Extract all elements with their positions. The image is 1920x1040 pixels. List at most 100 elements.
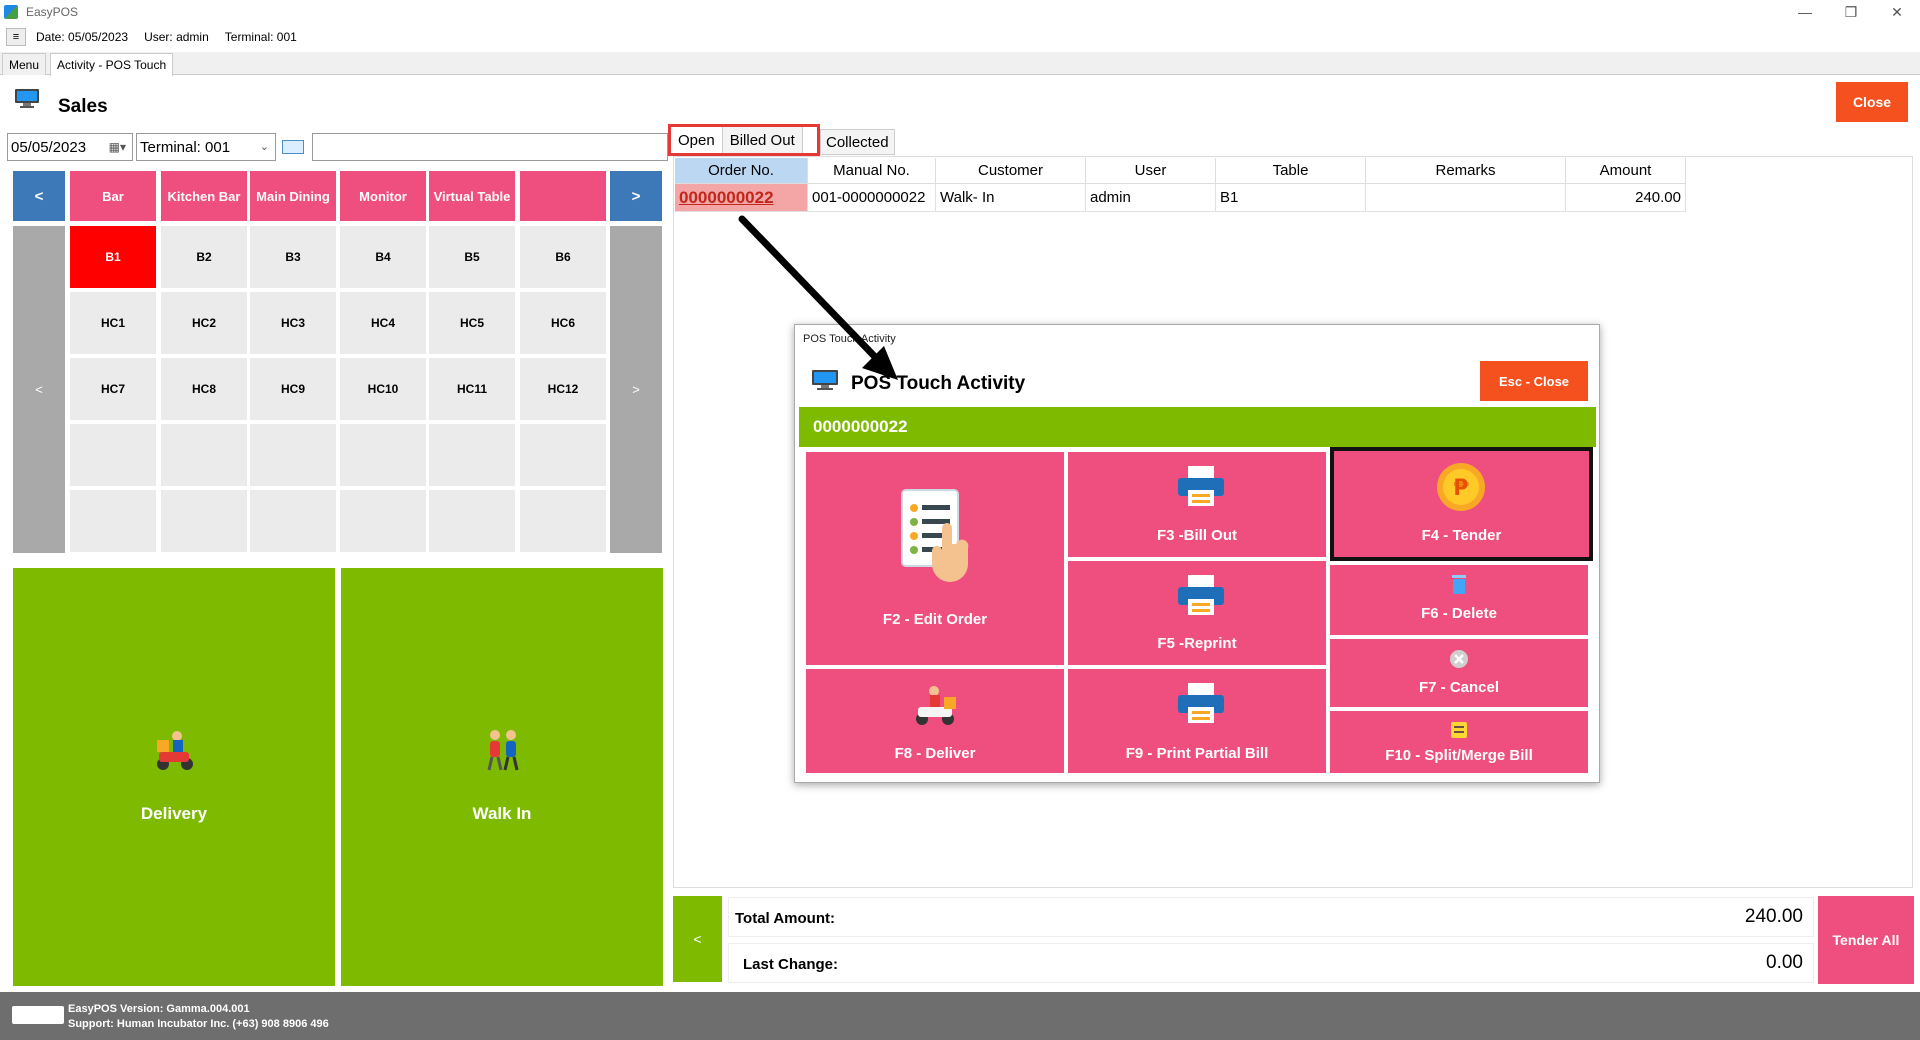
column-header-remarks[interactable]: Remarks bbox=[1366, 158, 1566, 184]
summary-back-button[interactable]: < bbox=[673, 896, 722, 982]
tender-button[interactable]: ₱ F4 - Tender bbox=[1330, 447, 1593, 561]
close-button[interactable]: Close bbox=[1836, 82, 1908, 122]
walk-in-button[interactable]: Walk In bbox=[341, 568, 663, 986]
table-button-b5[interactable]: B5 bbox=[429, 226, 515, 288]
category-next-button[interactable]: > bbox=[610, 171, 662, 221]
table-button-hc7[interactable]: HC7 bbox=[70, 358, 156, 420]
column-header-table[interactable]: Table bbox=[1216, 158, 1366, 184]
category-prev-button[interactable]: < bbox=[13, 171, 65, 221]
terminal-value: Terminal: 001 bbox=[140, 138, 231, 156]
table-button-hc12[interactable]: HC12 bbox=[520, 358, 606, 420]
table-button-b2[interactable]: B2 bbox=[161, 226, 247, 288]
table-button-b3[interactable]: B3 bbox=[250, 226, 336, 288]
table-slot-empty bbox=[340, 490, 426, 552]
cancel-button[interactable]: F7 - Cancel bbox=[1330, 639, 1588, 707]
tab-strip: Menu Activity - POS Touch bbox=[0, 52, 1920, 76]
search-input[interactable] bbox=[312, 133, 668, 161]
dialog-close-button[interactable]: Esc - Close bbox=[1480, 361, 1588, 401]
terminal-select[interactable]: Terminal: 001 ⌄ bbox=[136, 133, 276, 161]
table-button-hc8[interactable]: HC8 bbox=[161, 358, 247, 420]
table-slot-empty bbox=[70, 490, 156, 552]
tab-menu[interactable]: Menu bbox=[2, 53, 47, 75]
table-button-b4[interactable]: B4 bbox=[340, 226, 426, 288]
column-header-user[interactable]: User bbox=[1086, 158, 1216, 184]
category-bar[interactable]: Bar bbox=[70, 171, 156, 221]
walk-in-label: Walk In bbox=[472, 804, 532, 823]
order-no-link[interactable]: 0000000022 bbox=[675, 184, 808, 212]
last-change-row: Last Change: 0.00 bbox=[728, 943, 1814, 983]
table-button-hc1[interactable]: HC1 bbox=[70, 292, 156, 354]
date-value: 05/05/2023 bbox=[11, 138, 87, 156]
support-text: Support: Human Incubator Inc. (+63) 908 … bbox=[68, 1018, 329, 1030]
bill-out-label: F3 -Bill Out bbox=[1157, 527, 1237, 544]
tables-prev-button[interactable]: < bbox=[13, 226, 65, 553]
deliver-label: F8 - Deliver bbox=[894, 745, 976, 762]
svg-text:₱: ₱ bbox=[1453, 476, 1469, 501]
dialog-window-title: POS Touch Activity bbox=[803, 333, 896, 345]
column-header-customer[interactable]: Customer bbox=[936, 158, 1086, 184]
table-button-b1[interactable]: B1 bbox=[70, 226, 156, 288]
tab-collected[interactable]: Collected bbox=[820, 129, 895, 155]
printer-icon bbox=[1178, 466, 1224, 506]
last-change-value: 0.00 bbox=[1766, 952, 1803, 973]
cancel-label: F7 - Cancel bbox=[1418, 679, 1500, 696]
print-partial-bill-button[interactable]: F9 - Print Partial Bill bbox=[1068, 669, 1326, 773]
tender-all-button[interactable]: Tender All bbox=[1818, 896, 1914, 984]
app-logo-icon bbox=[4, 5, 18, 19]
tab-billed-out[interactable]: Billed Out bbox=[722, 127, 803, 153]
category-empty[interactable] bbox=[520, 171, 606, 221]
tab-activity-pos-touch[interactable]: Activity - POS Touch bbox=[50, 53, 174, 76]
category-kitchen-bar[interactable]: Kitchen Bar bbox=[161, 171, 247, 221]
table-button-hc6[interactable]: HC6 bbox=[520, 292, 606, 354]
edit-order-icon bbox=[901, 489, 969, 582]
remarks-cell[interactable] bbox=[1366, 184, 1566, 212]
restore-icon[interactable]: ❐ bbox=[1828, 0, 1874, 24]
column-header-manual-no[interactable]: Manual No. bbox=[808, 158, 936, 184]
user-cell[interactable]: admin bbox=[1086, 184, 1216, 212]
table-button-hc5[interactable]: HC5 bbox=[429, 292, 515, 354]
bill-out-button[interactable]: F3 -Bill Out bbox=[1068, 452, 1326, 557]
table-button-hc3[interactable]: HC3 bbox=[250, 292, 336, 354]
column-header-order-no[interactable]: Order No. bbox=[675, 158, 808, 184]
date-picker[interactable]: 05/05/2023 ▦▾ bbox=[7, 133, 133, 161]
delete-label: F6 - Delete bbox=[1421, 605, 1497, 622]
table-slot-empty bbox=[429, 424, 515, 486]
monitor-icon bbox=[15, 89, 39, 108]
table-button-hc10[interactable]: HC10 bbox=[340, 358, 426, 420]
delivery-scooter-icon bbox=[916, 686, 956, 725]
reprint-button[interactable]: F5 -Reprint bbox=[1068, 561, 1326, 665]
category-monitor[interactable]: Monitor bbox=[340, 171, 426, 221]
calendar-dropdown-icon[interactable]: ▦▾ bbox=[109, 140, 126, 154]
total-amount-label: Total Amount: bbox=[735, 910, 835, 927]
peso-coin-icon: ₱ bbox=[1437, 463, 1485, 511]
printer-icon bbox=[1178, 575, 1224, 615]
delivery-button[interactable]: Delivery bbox=[13, 568, 335, 986]
delete-button[interactable]: F6 - Delete bbox=[1330, 565, 1588, 635]
total-amount-value: 240.00 bbox=[1744, 906, 1803, 927]
column-header-amount[interactable]: Amount bbox=[1566, 158, 1686, 184]
table-button-hc4[interactable]: HC4 bbox=[340, 292, 426, 354]
customer-cell[interactable]: Walk- In bbox=[936, 184, 1086, 212]
category-main-dining[interactable]: Main Dining bbox=[250, 171, 336, 221]
tab-open[interactable]: Open bbox=[671, 127, 723, 153]
minimize-icon[interactable]: — bbox=[1782, 0, 1828, 24]
keyboard-icon[interactable] bbox=[282, 140, 304, 154]
menu-icon[interactable]: ≡ bbox=[6, 28, 26, 46]
table-button-hc9[interactable]: HC9 bbox=[250, 358, 336, 420]
category-virtual-table[interactable]: Virtual Table bbox=[429, 171, 515, 221]
monitor-icon bbox=[812, 370, 838, 390]
deliver-button[interactable]: F8 - Deliver bbox=[806, 669, 1064, 773]
amount-cell[interactable]: 240.00 bbox=[1566, 184, 1686, 212]
split-merge-bill-button[interactable]: F10 - Split/Merge Bill bbox=[1330, 711, 1588, 773]
table-button-b6[interactable]: B6 bbox=[520, 226, 606, 288]
table-button-hc2[interactable]: HC2 bbox=[161, 292, 247, 354]
table-button-hc11[interactable]: HC11 bbox=[429, 358, 515, 420]
edit-order-button[interactable]: F2 - Edit Order bbox=[806, 452, 1064, 665]
tables-next-button[interactable]: > bbox=[610, 226, 662, 553]
dialog-heading: POS Touch Activity bbox=[851, 373, 1026, 394]
table-slot-empty bbox=[250, 424, 336, 486]
window-close-icon[interactable]: ✕ bbox=[1874, 0, 1920, 24]
cancel-icon bbox=[1450, 650, 1468, 668]
table-cell[interactable]: B1 bbox=[1216, 184, 1366, 212]
manual-no-cell[interactable]: 001-0000000022 bbox=[808, 184, 936, 212]
